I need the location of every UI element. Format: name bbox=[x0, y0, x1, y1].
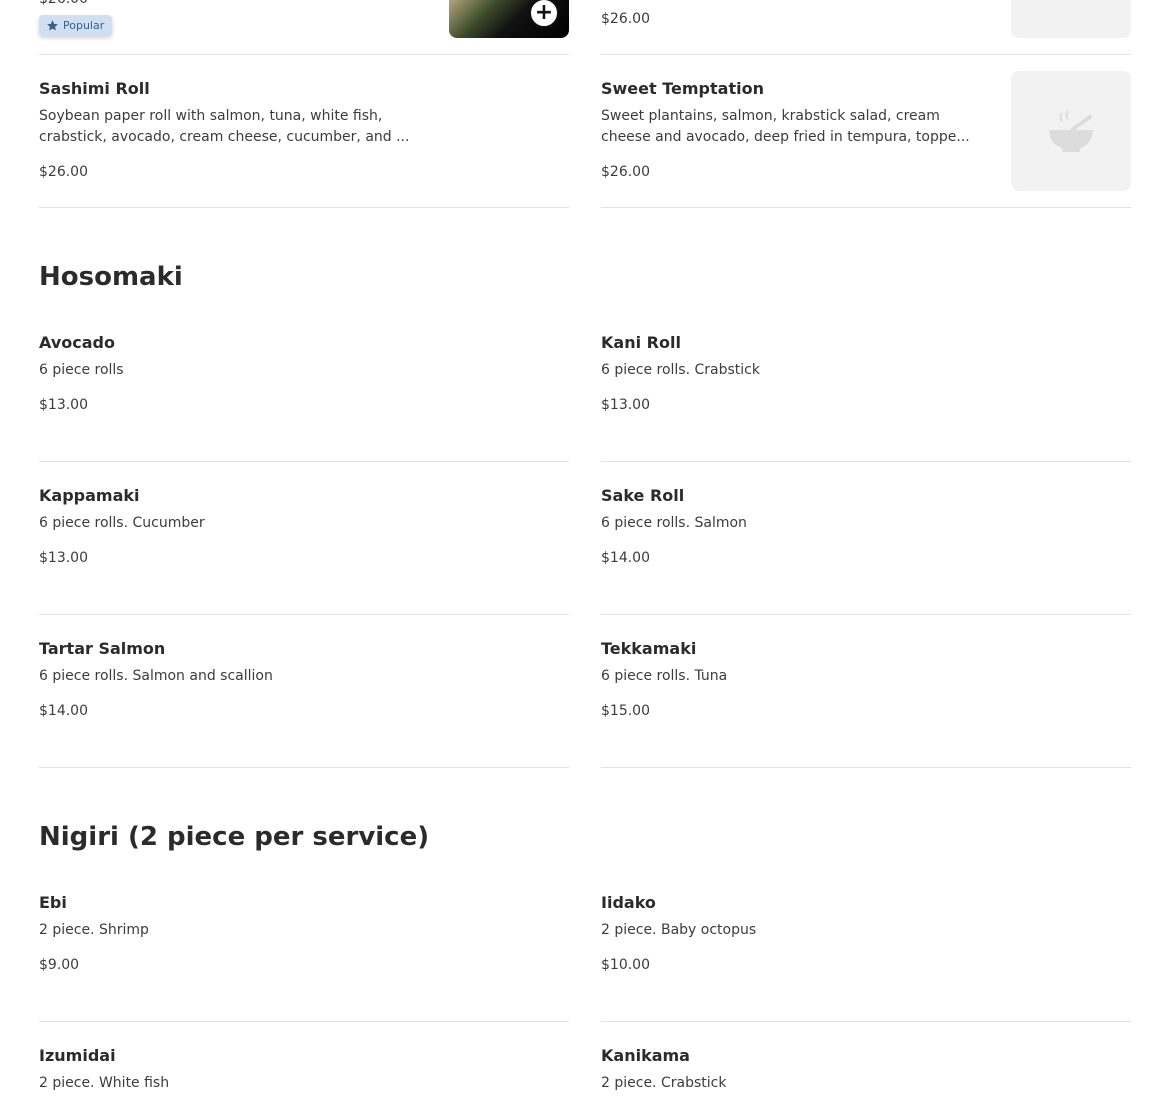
item-name: Tartar Salmon bbox=[39, 639, 166, 658]
menu-item-card[interactable]: $26.00 bbox=[601, 0, 1131, 55]
item-price: $10.00 bbox=[601, 957, 650, 973]
item-name: Iidako bbox=[601, 893, 656, 912]
item-description: Sweet plantains, salmon, krabstick salad… bbox=[601, 108, 970, 145]
menu-item-card[interactable]: Ebi 2 piece. Shrimp $9.00 bbox=[39, 893, 569, 1022]
item-image-placeholder bbox=[1011, 0, 1131, 38]
menu-item-card[interactable]: Sake Roll 6 piece rolls. Salmon $14.00 bbox=[601, 486, 1131, 615]
section-title-nigiri: Nigiri (2 piece per service) bbox=[39, 822, 430, 852]
menu-item-card[interactable]: Kappamaki 6 piece rolls. Cucumber $13.00 bbox=[39, 486, 569, 615]
item-price: $13.00 bbox=[39, 397, 88, 413]
star-icon bbox=[47, 20, 58, 31]
item-price: $13.00 bbox=[39, 550, 88, 566]
menu-item-card[interactable]: Tekkamaki 6 piece rolls. Tuna $15.00 bbox=[601, 639, 1131, 768]
item-price: $14.00 bbox=[39, 703, 88, 719]
item-name: Izumidai bbox=[39, 1046, 116, 1065]
item-price: $13.00 bbox=[601, 397, 650, 413]
bowl-placeholder-icon bbox=[1049, 110, 1093, 152]
menu-item-card[interactable]: Iidako 2 piece. Baby octopus $10.00 bbox=[601, 893, 1131, 1022]
item-price: $9.00 bbox=[39, 957, 80, 973]
menu-item-card[interactable]: Avocado 6 piece rolls $13.00 bbox=[39, 333, 569, 462]
popular-badge: Popular bbox=[39, 15, 113, 36]
item-description: 6 piece rolls. Salmon and scallion bbox=[39, 668, 273, 684]
item-price: $14.00 bbox=[601, 550, 650, 566]
section-title-hosomaki: Hosomaki bbox=[39, 262, 183, 292]
item-description: 6 piece rolls. Tuna bbox=[601, 668, 728, 684]
menu-page: $26.00 Popular + $26.00 Sashimi Roll Soy… bbox=[0, 0, 1170, 1110]
item-description: 2 piece. White fish bbox=[39, 1075, 170, 1091]
item-name: Ebi bbox=[39, 893, 67, 912]
item-price: $26.00 bbox=[601, 164, 650, 180]
item-image-placeholder bbox=[1011, 71, 1131, 191]
menu-item-card[interactable]: Tartar Salmon 6 piece rolls. Salmon and … bbox=[39, 639, 569, 768]
item-description: 2 piece. Crabstick bbox=[601, 1075, 727, 1091]
item-price: $26.00 bbox=[601, 11, 650, 27]
badge-label: Popular bbox=[63, 19, 105, 32]
menu-item-card[interactable]: Sweet Temptation Sweet plantains, salmon… bbox=[601, 71, 1131, 208]
menu-item-card[interactable]: Izumidai 2 piece. White fish bbox=[39, 1046, 569, 1110]
item-description: Soybean paper roll with salmon, tuna, wh… bbox=[39, 108, 410, 145]
item-description: 6 piece rolls. Salmon bbox=[601, 515, 747, 531]
item-description: 6 piece rolls. Crabstick bbox=[601, 362, 760, 378]
menu-item-card[interactable]: $26.00 Popular + bbox=[39, 0, 569, 55]
plus-icon[interactable]: + bbox=[529, 0, 559, 28]
item-price: $26.00 bbox=[39, 164, 88, 180]
item-name: Sake Roll bbox=[601, 486, 685, 505]
item-name: Avocado bbox=[39, 333, 115, 352]
item-description: 6 piece rolls bbox=[39, 362, 124, 378]
item-name: Tekkamaki bbox=[601, 639, 697, 658]
item-name: Kappamaki bbox=[39, 486, 140, 505]
item-description: 2 piece. Baby octopus bbox=[601, 922, 757, 938]
menu-item-card[interactable]: Kani Roll 6 piece rolls. Crabstick $13.0… bbox=[601, 333, 1131, 462]
item-price: $26.00 bbox=[39, 0, 88, 8]
item-name: Kanikama bbox=[601, 1046, 690, 1065]
item-photo[interactable]: + bbox=[449, 0, 569, 38]
menu-item-card[interactable]: Kanikama 2 piece. Crabstick bbox=[601, 1046, 1131, 1110]
item-name: Kani Roll bbox=[601, 333, 681, 352]
item-description: 6 piece rolls. Cucumber bbox=[39, 515, 205, 531]
item-price: $15.00 bbox=[601, 703, 650, 719]
menu-item-card[interactable]: Sashimi Roll Soybean paper roll with sal… bbox=[39, 79, 569, 208]
item-description: 2 piece. Shrimp bbox=[39, 922, 149, 938]
item-name: Sashimi Roll bbox=[39, 79, 150, 98]
